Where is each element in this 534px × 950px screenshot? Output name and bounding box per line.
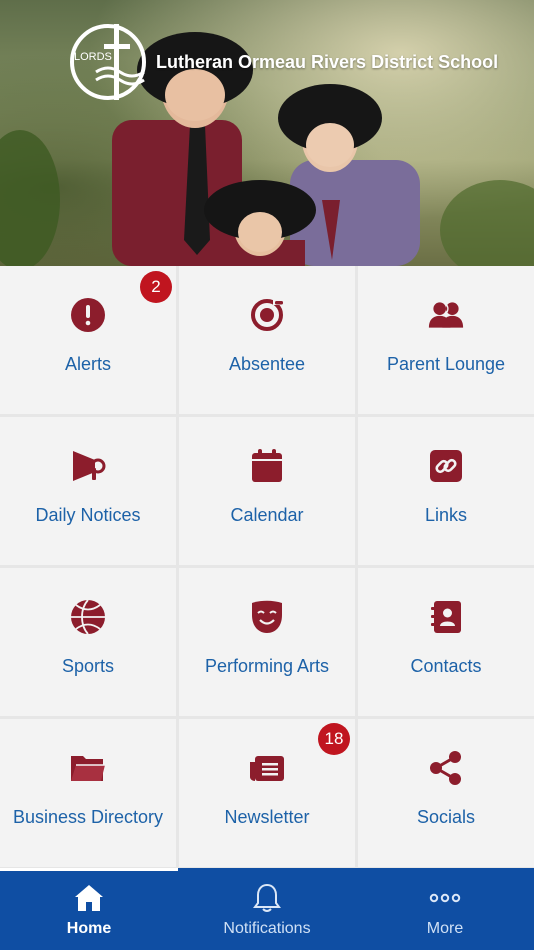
theatre-mask-icon <box>252 600 282 633</box>
tile-label: Socials <box>416 807 476 827</box>
bottom-tab-bar: Home Notifications More <box>0 868 534 950</box>
more-dots-icon <box>429 893 461 903</box>
tile-sports[interactable]: Sports <box>0 568 176 716</box>
tile-label: Absentee <box>228 354 306 374</box>
tile-label: Performing Arts <box>204 656 330 676</box>
tab-notifications-label: Notifications <box>223 920 311 937</box>
basketball-icon <box>71 599 105 635</box>
share-icon <box>430 751 461 785</box>
newsletter-badge: 18 <box>318 723 350 755</box>
tile-absentee[interactable]: Absentee <box>179 266 355 414</box>
tile-label: Daily Notices <box>35 505 141 525</box>
menu-grid: Alerts 2 Absentee Parent Lounge Daily No… <box>0 266 534 868</box>
tile-contacts[interactable]: Contacts <box>358 568 534 716</box>
tile-label: Sports <box>61 656 115 676</box>
tab-notifications[interactable]: Notifications <box>178 868 356 950</box>
tile-performing-arts[interactable]: Performing Arts <box>179 568 355 716</box>
tile-label: Newsletter <box>224 807 310 827</box>
tile-parent-lounge[interactable]: Parent Lounge <box>358 266 534 414</box>
tile-label: Parent Lounge <box>386 354 506 374</box>
alerts-badge: 2 <box>140 271 172 303</box>
tile-label: Calendar <box>230 505 304 525</box>
tile-socials[interactable]: Socials <box>358 719 534 867</box>
tile-calendar[interactable]: Calendar <box>179 417 355 565</box>
tab-home-label: Home <box>66 920 112 937</box>
tile-label: Alerts <box>64 354 111 374</box>
tab-more[interactable]: More <box>356 868 534 950</box>
header-banner: LORDS Lutheran Ormeau Rivers District Sc… <box>0 0 534 266</box>
tile-alerts[interactable]: Alerts 2 <box>0 266 176 414</box>
newsletter-icon <box>250 756 284 781</box>
bell-icon <box>253 883 281 912</box>
tile-business-directory[interactable]: Business Directory <box>0 719 176 867</box>
school-name: Lutheran Ormeau Rivers District School <box>156 51 499 72</box>
address-book-icon <box>431 601 461 633</box>
logo-text: LORDS <box>74 51 112 63</box>
alert-icon <box>71 298 105 332</box>
tile-label: Links <box>424 505 468 525</box>
tab-home[interactable]: Home <box>0 868 178 950</box>
tile-daily-notices[interactable]: Daily Notices <box>0 417 176 565</box>
parent-lounge-icon <box>428 302 464 328</box>
school-brand: LORDS Lutheran Ormeau Rivers District Sc… <box>66 20 498 104</box>
megaphone-icon <box>73 451 106 481</box>
home-icon <box>75 885 103 911</box>
tile-label: Business Directory <box>12 807 164 827</box>
absentee-icon <box>251 299 283 331</box>
tile-links[interactable]: Links <box>358 417 534 565</box>
tab-more-label: More <box>426 920 464 937</box>
folder-icon <box>71 756 105 781</box>
tile-newsletter[interactable]: Newsletter 18 <box>179 719 355 867</box>
school-logo-icon: LORDS <box>70 24 146 100</box>
calendar-icon <box>252 449 282 482</box>
link-icon <box>430 450 462 482</box>
tile-label: Contacts <box>410 656 482 676</box>
